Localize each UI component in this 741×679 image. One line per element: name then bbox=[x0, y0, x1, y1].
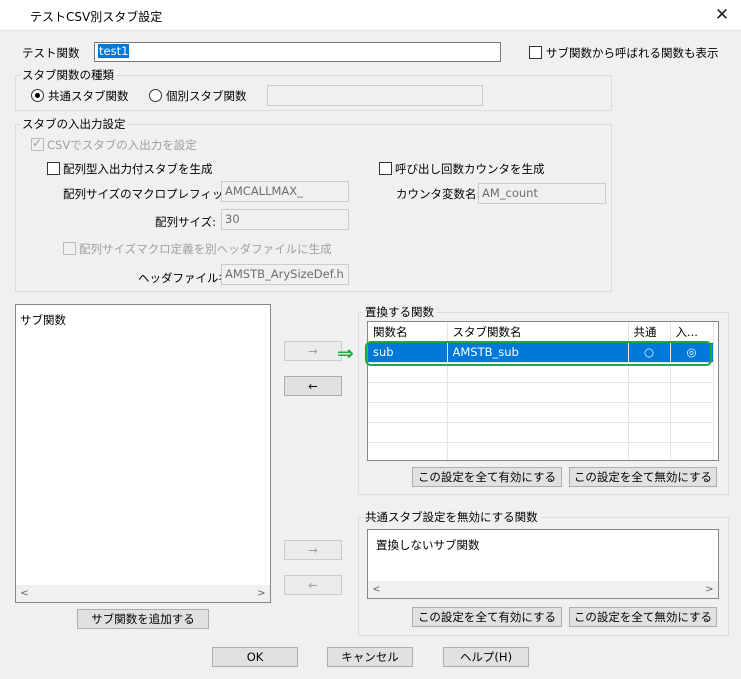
stub-kind-title: スタブ関数の種類 bbox=[20, 67, 116, 83]
macro-file-label: 配列サイズマクロ定義を別ヘッダファイルに生成 bbox=[79, 242, 332, 256]
macro-file-checkbox[interactable] bbox=[63, 242, 76, 255]
window-title: テストCSV別スタブ設定 bbox=[30, 10, 163, 24]
array-prefix-input[interactable]: AMCALLMAX_ bbox=[221, 181, 349, 202]
no-common-enable-all-button[interactable]: この設定を全て有効にする bbox=[412, 607, 562, 627]
show-called-label: サブ関数から呼ばれる関数も表示 bbox=[546, 46, 719, 60]
no-common-hscroll[interactable]: < > bbox=[368, 581, 718, 598]
individual-stub-radio[interactable] bbox=[149, 89, 162, 102]
no-common-list[interactable]: 置換しないサブ関数 < > bbox=[367, 529, 719, 599]
header-file-input[interactable]: AMSTB_ArySizeDef.h bbox=[221, 264, 349, 285]
call-counter-checkbox[interactable] bbox=[379, 162, 392, 175]
array-stub-label: 配列型入出力付スタブを生成 bbox=[63, 162, 213, 176]
no-common-title: 共通スタブ設定を無効にする関数 bbox=[363, 509, 540, 525]
counter-var-label: カウンタ変数名: bbox=[396, 187, 481, 201]
annotation-arrow-icon: ⇒ bbox=[337, 341, 354, 365]
move-left-button-1[interactable]: ← bbox=[284, 376, 342, 396]
io-title: スタブの入出力設定 bbox=[20, 116, 128, 132]
col-common[interactable]: 共通 bbox=[628, 322, 671, 343]
close-icon[interactable]: ✕ bbox=[711, 4, 733, 26]
test-func-field[interactable]: test1 bbox=[94, 42, 501, 62]
cancel-button[interactable]: キャンセル bbox=[327, 647, 413, 667]
common-stub-radio[interactable] bbox=[31, 89, 44, 102]
col-io[interactable]: 入... bbox=[670, 322, 714, 343]
move-right-button-1[interactable]: → bbox=[284, 341, 342, 361]
csv-io-label: CSVでスタブの入出力を設定 bbox=[47, 138, 197, 152]
array-size-input[interactable]: 30 bbox=[221, 209, 349, 230]
ok-button[interactable]: OK bbox=[212, 647, 298, 667]
array-stub-checkbox[interactable] bbox=[47, 162, 60, 175]
sub-function-list[interactable]: サブ関数 < > bbox=[15, 304, 271, 603]
col-stub-name[interactable]: スタブ関数名 bbox=[447, 322, 629, 343]
call-counter-label: 呼び出し回数カウンタを生成 bbox=[395, 162, 545, 176]
table-row[interactable] bbox=[368, 442, 714, 460]
move-left-button-2[interactable]: ← bbox=[284, 575, 342, 595]
table-row[interactable] bbox=[368, 422, 714, 443]
no-common-disable-all-button[interactable]: この設定を全て無効にする bbox=[569, 607, 717, 627]
scroll-right-icon[interactable]: > bbox=[701, 581, 718, 598]
header-file-label: ヘッダファイル名: bbox=[138, 271, 234, 285]
table-row[interactable] bbox=[368, 382, 714, 403]
counter-var-input[interactable]: AM_count bbox=[478, 183, 606, 204]
move-right-button-2[interactable]: → bbox=[284, 540, 342, 560]
scroll-left-icon[interactable]: < bbox=[16, 585, 33, 602]
scroll-left-icon[interactable]: < bbox=[368, 581, 385, 598]
col-func-name[interactable]: 関数名 bbox=[368, 322, 448, 343]
test-func-label: テスト関数 bbox=[22, 46, 80, 60]
common-stub-label: 共通スタブ関数 bbox=[48, 89, 129, 103]
test-func-value: test1 bbox=[98, 44, 130, 58]
csv-io-checkbox[interactable] bbox=[31, 136, 44, 151]
array-size-label: 配列サイズ: bbox=[155, 215, 217, 229]
replace-title: 置換する関数 bbox=[363, 304, 436, 320]
add-sub-function-button[interactable]: サブ関数を追加する bbox=[77, 609, 209, 629]
replace-enable-all-button[interactable]: この設定を全て有効にする bbox=[412, 467, 562, 487]
sub-list-hscroll[interactable]: < > bbox=[16, 585, 270, 602]
no-common-header: 置換しないサブ関数 bbox=[376, 538, 480, 552]
show-called-checkbox[interactable] bbox=[529, 46, 542, 59]
sub-function-header: サブ関数 bbox=[20, 313, 66, 327]
individual-stub-input[interactable] bbox=[267, 85, 483, 106]
table-row[interactable] bbox=[368, 402, 714, 423]
scroll-right-icon[interactable]: > bbox=[253, 585, 270, 602]
help-button[interactable]: ヘルプ(H) bbox=[443, 647, 529, 667]
row-highlight-annotation bbox=[365, 341, 712, 366]
replace-disable-all-button[interactable]: この設定を全て無効にする bbox=[569, 467, 717, 487]
individual-stub-label: 個別スタブ関数 bbox=[166, 89, 247, 103]
